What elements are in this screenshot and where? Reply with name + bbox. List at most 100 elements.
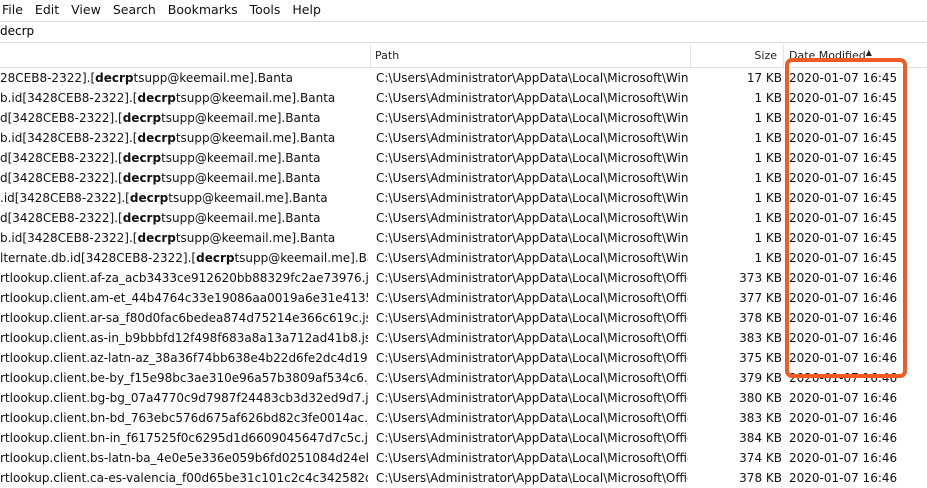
file-name-cell: rtlookup.client.ca-es-valencia_f00d65be3… <box>0 468 368 488</box>
table-row[interactable]: d[3428CEB8-2322].[decrptsupp@keemail.me]… <box>0 148 927 168</box>
file-name-prefix: rtlookup.client.ar-sa_f80d0fac6bedea874d… <box>0 311 368 325</box>
column-header-name[interactable] <box>0 45 371 67</box>
table-row[interactable]: d[3428CEB8-2322].[decrptsupp@keemail.me]… <box>0 208 927 228</box>
search-input[interactable] <box>0 22 927 40</box>
date-modified-cell: 2020-01-07 16:45 <box>789 131 898 145</box>
file-name-cell: rtlookup.client.am-et_44b4764c33e19086aa… <box>0 288 368 308</box>
column-header-path[interactable]: Path <box>371 45 691 67</box>
table-row[interactable]: rtlookup.client.af-za_acb3433ce912620bb8… <box>0 268 927 288</box>
date-modified-cell: 2020-01-07 16:46 <box>789 351 898 365</box>
table-row[interactable]: rtlookup.client.bn-in_f617525f0c6295d1d6… <box>0 428 927 448</box>
file-name-prefix: 28CEB8-2322].[ <box>0 71 96 85</box>
table-row[interactable]: rtlookup.client.bs-latn-ba_4e0e5e336e059… <box>0 448 927 468</box>
file-name-cell: rtlookup.client.af-za_acb3433ce912620bb8… <box>0 268 368 288</box>
path-cell: C:\Users\Administrator\AppData\Local\Mic… <box>376 231 688 245</box>
file-name-cell: rtlookup.client.bs-latn-ba_4e0e5e336e059… <box>0 448 368 468</box>
date-modified-cell: 2020-01-07 16:46 <box>789 331 898 345</box>
table-row[interactable]: rtlookup.client.az-latn-az_38a36f74bb638… <box>0 348 927 368</box>
date-modified-cell: 2020-01-07 16:46 <box>789 451 898 465</box>
table-row[interactable]: rtlookup.client.ca-es-valencia_f00d65be3… <box>0 468 927 488</box>
menu-help[interactable]: Help <box>286 0 327 20</box>
file-name-prefix: .id[3428CEB8-2322].[ <box>0 191 130 205</box>
table-row[interactable]: 28CEB8-2322].[decrptsupp@keemail.me].Ban… <box>0 68 927 88</box>
path-cell: C:\Users\Administrator\AppData\Local\Mic… <box>376 431 688 445</box>
file-name-cell: rtlookup.client.bg-bg_07a4770c9d7987f244… <box>0 388 368 408</box>
file-name-prefix: rtlookup.client.as-in_b9bbbfd12f498f683a… <box>0 331 368 345</box>
table-row[interactable]: rtlookup.client.as-in_b9bbbfd12f498f683a… <box>0 328 927 348</box>
table-row[interactable]: .id[3428CEB8-2322].[decrptsupp@keemail.m… <box>0 188 927 208</box>
file-name-prefix: d[3428CEB8-2322].[ <box>0 111 123 125</box>
date-modified-cell: 2020-01-07 16:45 <box>789 151 898 165</box>
search-match-highlight: decrp <box>122 171 162 185</box>
search-match-highlight: decrp <box>122 211 162 225</box>
menu-view[interactable]: View <box>65 0 107 20</box>
menu-search[interactable]: Search <box>107 0 162 20</box>
file-name-suffix: tsupp@keemail.me].Banta <box>161 111 321 125</box>
date-modified-cell: 2020-01-07 16:46 <box>789 311 898 325</box>
column-header-date-modified[interactable]: Date Modified▲ <box>785 45 927 67</box>
path-cell: C:\Users\Administrator\AppData\Local\Mic… <box>376 451 688 465</box>
menu-tools[interactable]: Tools <box>244 0 287 20</box>
date-modified-cell: 2020-01-07 16:45 <box>789 171 898 185</box>
path-cell: C:\Users\Administrator\AppData\Local\Mic… <box>376 251 688 265</box>
path-cell: C:\Users\Administrator\AppData\Local\Mic… <box>376 131 688 145</box>
file-name-prefix: rtlookup.client.am-et_44b4764c33e19086aa… <box>0 291 368 305</box>
menu-edit[interactable]: Edit <box>29 0 65 20</box>
size-cell: 1 KB <box>754 231 782 245</box>
menu-file[interactable]: File <box>0 0 29 20</box>
file-name-prefix: rtlookup.client.bn-in_f617525f0c6295d1d6… <box>0 431 368 445</box>
date-modified-label: Date Modified <box>789 49 866 62</box>
search-match-highlight: decrp <box>137 231 176 245</box>
table-row[interactable]: rtlookup.client.ar-sa_f80d0fac6bedea874d… <box>0 308 927 328</box>
path-cell: C:\Users\Administrator\AppData\Local\Mic… <box>376 411 688 425</box>
table-row[interactable]: d[3428CEB8-2322].[decrptsupp@keemail.me]… <box>0 168 927 188</box>
file-name-prefix: rtlookup.client.ca-es-valencia_f00d65be3… <box>0 471 368 485</box>
size-cell: 378 KB <box>739 311 782 325</box>
file-name-cell: lternate.db.id[3428CEB8-2322].[decrptsup… <box>0 248 368 268</box>
size-cell: 378 KB <box>739 471 782 485</box>
size-cell: 374 KB <box>739 451 782 465</box>
file-name-prefix: rtlookup.client.az-latn-az_38a36f74bb638… <box>0 351 368 365</box>
file-name-prefix: d[3428CEB8-2322].[ <box>0 151 123 165</box>
date-modified-cell: 2020-01-07 16:45 <box>789 191 898 205</box>
file-name-cell: b.id[3428CEB8-2322].[decrptsupp@keemail.… <box>0 128 368 148</box>
file-name-prefix: b.id[3428CEB8-2322].[ <box>0 231 138 245</box>
table-row[interactable]: rtlookup.client.bn-bd_763ebc576d675af626… <box>0 408 927 428</box>
column-header-size[interactable]: Size <box>692 45 784 67</box>
file-name-cell: rtlookup.client.az-latn-az_38a36f74bb638… <box>0 348 368 368</box>
size-cell: 383 KB <box>739 411 782 425</box>
date-modified-cell: 2020-01-07 16:46 <box>789 391 898 405</box>
path-cell: C:\Users\Administrator\AppData\Local\Mic… <box>376 71 688 85</box>
date-modified-cell: 2020-01-07 16:45 <box>789 91 898 105</box>
table-row[interactable]: rtlookup.client.be-by_f15e98bc3ae310e96a… <box>0 368 927 388</box>
file-name-cell: d[3428CEB8-2322].[decrptsupp@keemail.me]… <box>0 168 368 188</box>
size-cell: 1 KB <box>754 171 782 185</box>
date-modified-cell: 2020-01-07 16:45 <box>789 231 898 245</box>
size-cell: 379 KB <box>739 371 782 385</box>
file-name-prefix: b.id[3428CEB8-2322].[ <box>0 91 138 105</box>
table-row[interactable]: d[3428CEB8-2322].[decrptsupp@keemail.me]… <box>0 108 927 128</box>
menu-bookmarks[interactable]: Bookmarks <box>162 0 244 20</box>
path-cell: C:\Users\Administrator\AppData\Local\Mic… <box>376 271 688 285</box>
file-name-cell: d[3428CEB8-2322].[decrptsupp@keemail.me]… <box>0 148 368 168</box>
size-cell: 1 KB <box>754 111 782 125</box>
file-name-prefix: lternate.db.id[3428CEB8-2322].[ <box>0 251 197 265</box>
table-row[interactable]: b.id[3428CEB8-2322].[decrptsupp@keemail.… <box>0 228 927 248</box>
size-cell: 1 KB <box>754 191 782 205</box>
file-name-suffix: tsupp@keemail.me].Banta <box>161 211 321 225</box>
table-row[interactable]: rtlookup.client.am-et_44b4764c33e19086aa… <box>0 288 927 308</box>
size-cell: 375 KB <box>739 351 782 365</box>
table-row[interactable]: lternate.db.id[3428CEB8-2322].[decrptsup… <box>0 248 927 268</box>
file-name-prefix: rtlookup.client.bg-bg_07a4770c9d7987f244… <box>0 391 368 405</box>
date-modified-cell: 2020-01-07 16:46 <box>789 411 898 425</box>
size-cell: 383 KB <box>739 331 782 345</box>
date-modified-cell: 2020-01-07 16:46 <box>789 431 898 445</box>
table-row[interactable]: rtlookup.client.bg-bg_07a4770c9d7987f244… <box>0 388 927 408</box>
date-modified-cell: 2020-01-07 16:46 <box>789 291 898 305</box>
file-name-suffix: tsupp@keemail.me].Banta <box>133 71 293 85</box>
path-cell: C:\Users\Administrator\AppData\Local\Mic… <box>376 111 688 125</box>
file-name-prefix: rtlookup.client.bs-latn-ba_4e0e5e336e059… <box>0 451 368 465</box>
table-row[interactable]: b.id[3428CEB8-2322].[decrptsupp@keemail.… <box>0 88 927 108</box>
table-row[interactable]: b.id[3428CEB8-2322].[decrptsupp@keemail.… <box>0 128 927 148</box>
path-cell: C:\Users\Administrator\AppData\Local\Mic… <box>376 91 688 105</box>
